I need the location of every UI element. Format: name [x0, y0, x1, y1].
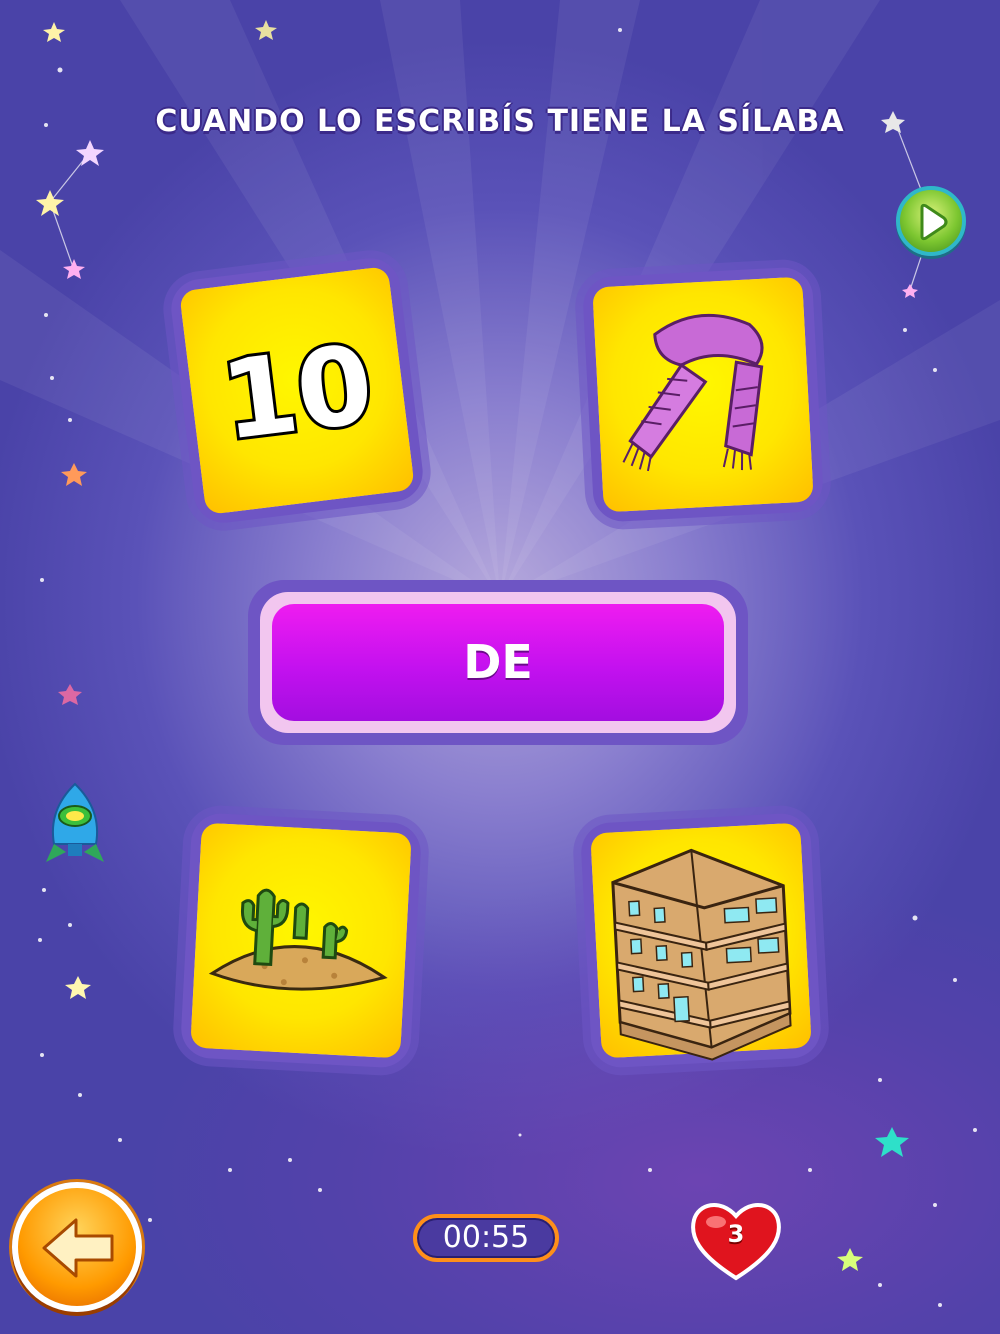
syllable-button[interactable]: DE: [272, 604, 724, 721]
rocket-icon: [46, 782, 104, 862]
number-ten-image: 10: [212, 319, 382, 467]
timer-display: 00:55: [413, 1214, 559, 1262]
card-scarf[interactable]: [581, 266, 825, 523]
building-icon: [611, 848, 792, 1061]
syllable-panel: DE: [248, 580, 748, 745]
card-number-ten[interactable]: 10: [167, 254, 427, 527]
back-arrow-icon: [42, 1218, 114, 1278]
card-desert[interactable]: [179, 812, 423, 1069]
next-button[interactable]: [896, 186, 966, 256]
scarf-icon: [622, 313, 764, 472]
lives-count: 3: [727, 1220, 745, 1248]
back-button[interactable]: [12, 1182, 142, 1312]
desert-cactus-icon: [208, 888, 388, 991]
card-building[interactable]: [579, 812, 823, 1069]
card-number-label: 10: [215, 322, 379, 464]
instruction-title: CUANDO LO ESCRIBÍS TIENE LA SÍLABA: [155, 104, 845, 139]
lives-counter: 3: [688, 1198, 788, 1282]
play-arrow-icon: [920, 203, 948, 241]
